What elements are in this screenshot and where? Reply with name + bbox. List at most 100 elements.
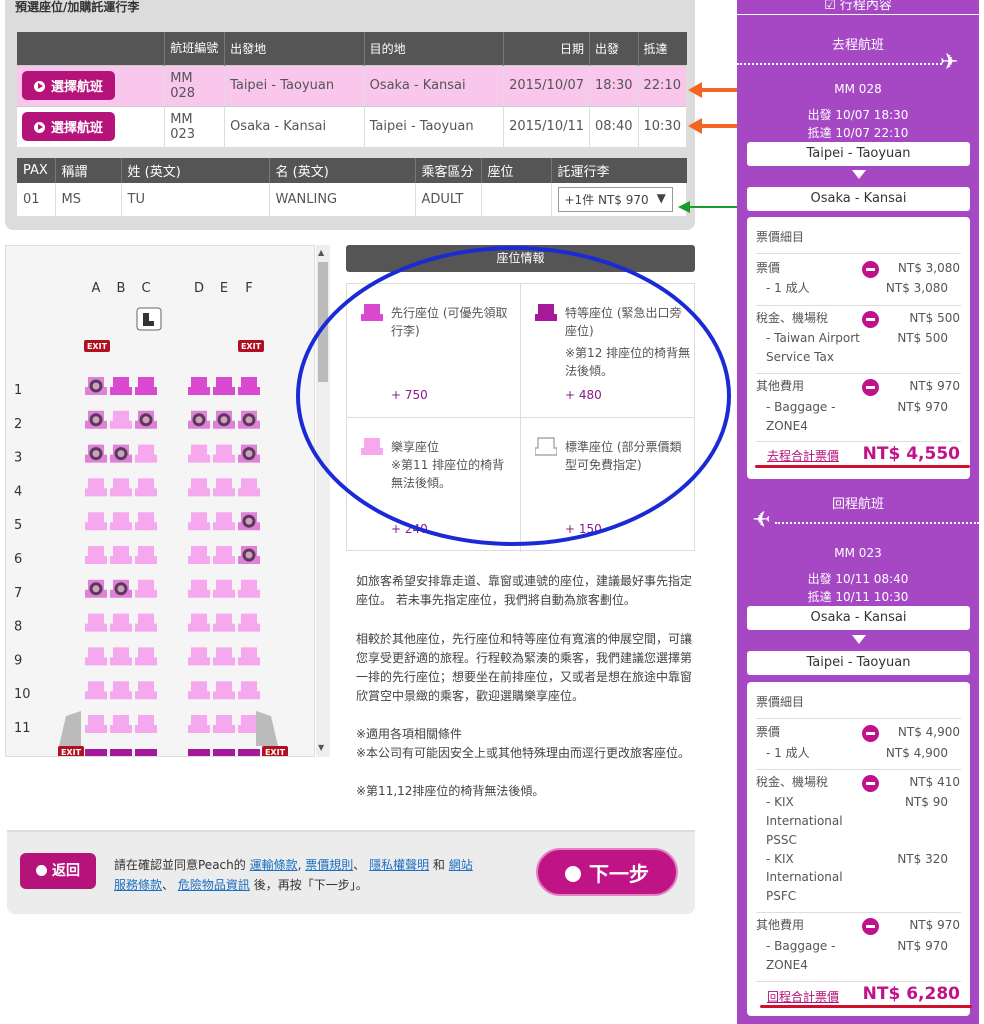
seat[interactable]: [213, 512, 235, 531]
seat[interactable]: [238, 579, 260, 598]
seat[interactable]: [238, 478, 260, 497]
minus-icon[interactable]: [862, 725, 879, 742]
seat[interactable]: [85, 546, 107, 564]
seat[interactable]: [110, 410, 132, 429]
seat[interactable]: [238, 647, 260, 666]
row-number: 8: [14, 620, 22, 635]
header-arr: 抵達: [638, 32, 687, 65]
seat[interactable]: [85, 749, 107, 757]
flight-from: Taipei - Taoyuan: [224, 64, 365, 106]
minus-icon[interactable]: [862, 775, 879, 792]
seat[interactable]: [188, 478, 210, 497]
seat[interactable]: [85, 681, 107, 700]
minus-icon[interactable]: [862, 379, 879, 396]
seat-map[interactable]: A B C D E F EXIT EXIT EXIT EXIT 1 2 3 4 5 6 7 8 9 10 11: [5, 245, 315, 757]
outbound-total-label: 去程合計票價: [767, 449, 840, 463]
dangerous-goods-link[interactable]: 危險物品資訊: [178, 878, 250, 892]
seat[interactable]: [135, 647, 157, 666]
seat[interactable]: [110, 715, 132, 733]
header-title: 稱謂: [55, 158, 122, 183]
site-terms-link[interactable]: 網站: [449, 858, 473, 872]
seat[interactable]: [188, 681, 210, 700]
seat[interactable]: [213, 579, 235, 598]
seat[interactable]: [110, 681, 132, 700]
seat[interactable]: [135, 546, 157, 564]
seat[interactable]: [188, 613, 210, 632]
seat[interactable]: [135, 715, 157, 733]
seat[interactable]: [213, 377, 235, 395]
seat[interactable]: [110, 613, 132, 632]
passenger-icon: [117, 585, 125, 593]
seat[interactable]: [85, 647, 107, 666]
terms-link[interactable]: 運輸條款: [250, 858, 298, 872]
seat[interactable]: [188, 546, 210, 564]
flight-number: MM 023: [164, 105, 226, 147]
scroll-down-icon[interactable]: ▼: [318, 743, 324, 752]
select-flight-button[interactable]: 選擇航班: [22, 71, 116, 100]
seat[interactable]: [110, 478, 132, 497]
pax-lastname: TU: [121, 183, 270, 216]
seat[interactable]: [188, 377, 210, 395]
passenger-icon: [92, 382, 100, 390]
seat[interactable]: [110, 749, 132, 757]
minus-icon[interactable]: [862, 311, 879, 328]
seat[interactable]: [85, 613, 107, 632]
seat[interactable]: [135, 579, 157, 598]
seat-map-canvas[interactable]: A B C D E F EXIT EXIT EXIT EXIT 1 2 3 4 5 6 7 8 9 10 11: [6, 246, 315, 757]
site-terms-link[interactable]: 服務條款: [114, 878, 162, 892]
seat[interactable]: [188, 647, 210, 666]
seat[interactable]: [213, 749, 235, 757]
seat[interactable]: [238, 377, 260, 395]
minus-icon[interactable]: [862, 918, 879, 935]
next-button[interactable]: 下一步: [536, 848, 678, 896]
column-label: F: [245, 281, 252, 296]
seat[interactable]: [188, 512, 210, 531]
seat[interactable]: [188, 715, 210, 733]
header-from: 出發地: [224, 32, 365, 65]
flight-to: Osaka - Kansai: [364, 64, 505, 106]
flight-number: MM 028: [164, 64, 226, 106]
exit-label: EXIT: [265, 748, 286, 757]
seat[interactable]: [213, 647, 235, 666]
seat[interactable]: [213, 478, 235, 497]
arrow-head-icon: [678, 201, 690, 213]
checkbox-icon: ☑: [824, 0, 840, 13]
fare-rules-link[interactable]: 票價規則: [305, 858, 353, 872]
seat[interactable]: [188, 579, 210, 598]
seat[interactable]: [135, 444, 157, 463]
flight-row[interactable]: 選擇航班 MM 028 Taipei - Taoyuan Osaka - Kan…: [17, 64, 687, 106]
seat[interactable]: [213, 546, 235, 564]
flight-row[interactable]: 選擇航班 MM 023 Osaka - Kansai Taipei - Taoy…: [17, 105, 687, 147]
seat[interactable]: [188, 444, 210, 463]
seat[interactable]: [135, 613, 157, 632]
seat[interactable]: [213, 444, 235, 463]
select-flight-button[interactable]: 選擇航班: [22, 112, 116, 142]
seat[interactable]: [135, 377, 157, 395]
seat[interactable]: [135, 749, 157, 757]
minus-icon[interactable]: [862, 261, 879, 278]
baggage-select[interactable]: +1件 NT$ 970 ▼: [557, 187, 673, 212]
seat[interactable]: [85, 478, 107, 497]
seat[interactable]: [238, 749, 260, 757]
seat[interactable]: [238, 681, 260, 700]
back-button[interactable]: 返回: [20, 853, 96, 889]
seat[interactable]: [110, 647, 132, 666]
seat[interactable]: [238, 613, 260, 632]
inbound-fare-box: 票價細目 票價 NT$ 4,900 - 1 成人 NT$ 4,900 稅金、機場…: [747, 682, 970, 1016]
seat[interactable]: [135, 478, 157, 497]
scroll-up-icon[interactable]: ▲: [318, 248, 324, 257]
flight-dep: 08:40: [589, 105, 639, 147]
seat[interactable]: [135, 681, 157, 700]
seat[interactable]: [85, 715, 107, 733]
privacy-link[interactable]: 隱私權聲明: [369, 858, 429, 872]
seat[interactable]: [85, 512, 107, 531]
flight-date: 2015/10/11: [503, 105, 591, 147]
seat[interactable]: [188, 749, 210, 757]
seat[interactable]: [135, 512, 157, 531]
seat[interactable]: [110, 546, 132, 564]
seat[interactable]: [110, 512, 132, 531]
seat[interactable]: [110, 377, 132, 395]
seat[interactable]: [213, 681, 235, 700]
seat[interactable]: [213, 715, 235, 733]
seat[interactable]: [213, 613, 235, 632]
